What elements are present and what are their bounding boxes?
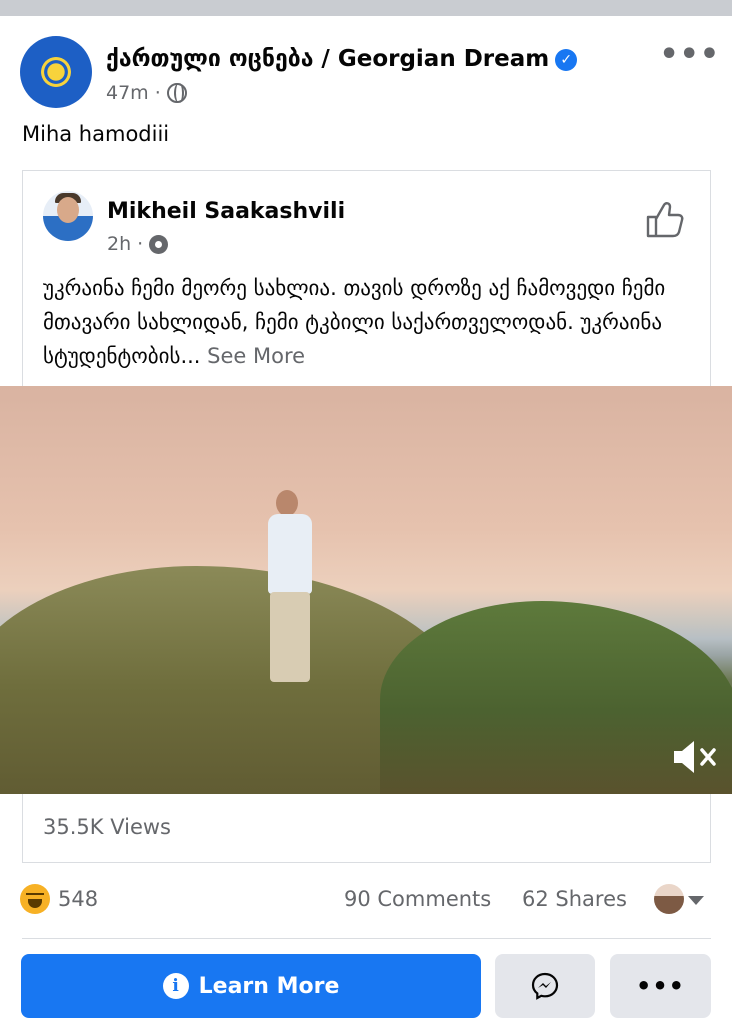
shared-post-time[interactable]: 2h [107,233,131,255]
shared-post-meta: 2h · [107,233,169,255]
meta-separator: · [154,82,161,104]
more-actions-button[interactable]: ••• [610,954,711,1018]
haha-emoji-icon[interactable] [20,884,50,914]
see-more-link[interactable]: See More [207,344,305,368]
video-views-card: 35.5K Views [22,794,711,863]
reacting-as-avatar[interactable] [654,884,684,914]
post-text: Miha hamodiii [22,122,170,146]
avatar-face [57,197,79,223]
chevron-down-icon[interactable] [688,896,704,905]
person-head [276,490,298,516]
action-bar: i Learn More ••• [21,954,711,1018]
shared-author-avatar[interactable] [43,191,93,241]
post-time[interactable]: 47m [106,82,149,104]
person-shirt [268,514,312,594]
messenger-icon [531,972,559,1000]
shared-post-body: უკრაინა ჩემი მეორე სახლია. თავის დროზე ა… [43,271,698,373]
globe-icon [166,83,187,103]
shared-author-name[interactable]: Mikheil Saakashvili [107,199,345,224]
verified-badge-icon: ✓ [555,49,578,71]
reaction-count[interactable]: 548 [58,887,98,911]
post-meta: 47m · [106,82,187,104]
reaction-summary: 548 90 Comments 62 Shares [20,884,712,918]
shared-post-card[interactable]: Mikheil Saakashvili 2h · უკრაინა ჩემი მე… [22,170,711,386]
video-player[interactable] [0,386,732,794]
video-view-count: 35.5K Views [43,815,171,839]
info-icon: i [162,973,189,999]
learn-more-label: Learn More [198,973,340,999]
gear-icon [149,234,169,254]
meta-separator: · [137,233,144,255]
shares-count-link[interactable]: 62 Shares [522,887,627,911]
georgian-dream-logo [41,57,71,87]
comments-count-link[interactable]: 90 Comments [344,887,491,911]
page-name-link[interactable]: ქართული ოცნება / Georgian Dream [106,46,549,72]
post-header: ქართული ოცნება / Georgian Dream ✓ 47m · •… [20,36,720,110]
thumbs-up-icon[interactable] [643,199,685,241]
shared-post-text: უკრაინა ჩემი მეორე სახლია. თავის დროზე ა… [43,276,666,368]
top-strip [0,0,732,16]
page-avatar[interactable] [20,36,92,108]
divider [22,938,711,939]
person-pants [270,592,310,682]
video-person [262,490,322,690]
learn-more-button[interactable]: i Learn More [21,954,481,1018]
post-options-button[interactable]: ••• [659,40,720,70]
page-name-row: ქართული ოცნება / Georgian Dream ✓ [106,46,578,72]
messenger-button[interactable] [495,954,595,1018]
speaker-muted-icon[interactable] [670,736,720,778]
